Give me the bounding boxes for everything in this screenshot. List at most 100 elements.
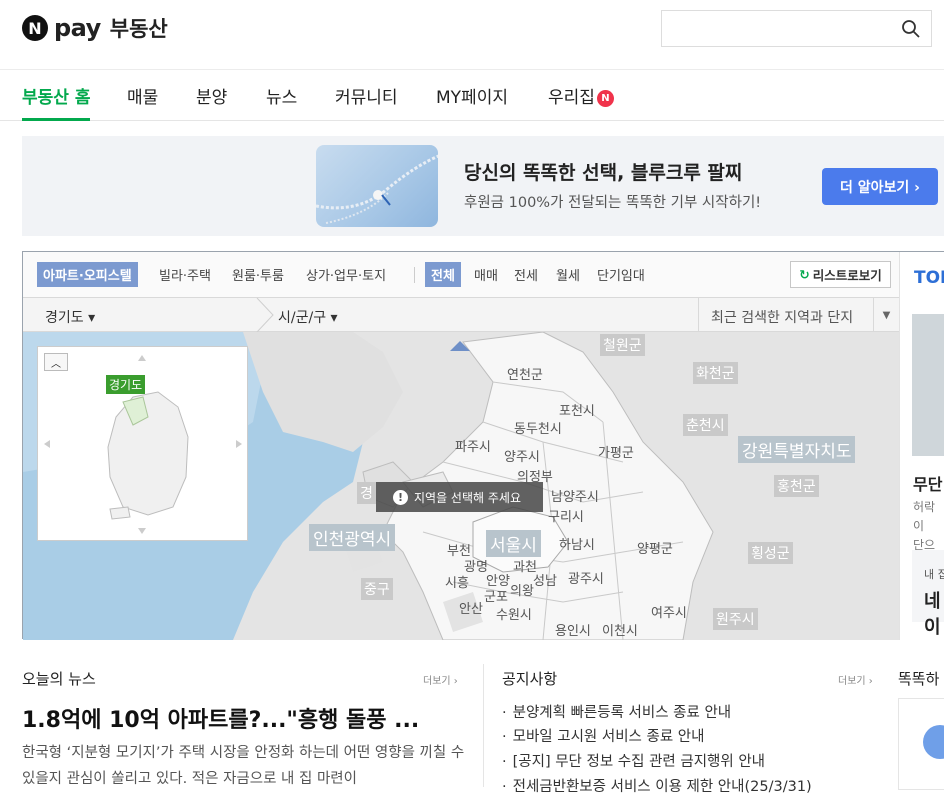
logo-title: 부동산 [109,17,168,41]
province-select[interactable]: 경기도 ▾ [45,307,95,327]
select-region-tooltip: ! 지역을 선택해 주세요 [376,482,543,512]
right-card-icon [923,725,944,759]
notice-more-link[interactable]: 더보기 › [838,672,873,687]
active-tab-indicator [22,118,90,121]
map-label-gunpo[interactable]: 군포 [484,586,508,605]
map-label-guri[interactable]: 구리시 [548,506,584,525]
map-label-dongducheon[interactable]: 동두천시 [514,418,562,437]
map-label-hanam[interactable]: 하남시 [559,534,595,553]
city-select[interactable]: 시/군/구 ▾ [278,307,338,327]
notice-item[interactable]: [공지] 무단 정보 수집 관련 금지행위 안내 [502,750,765,771]
nav-myhome-label: 우리집 [548,88,595,108]
nav-listings[interactable]: 매물 [127,83,158,108]
map-label-hoengseong[interactable]: 횡성군 [748,542,793,564]
todays-panel: TOD 무단 허락이 단으로 내 집 네이 [899,252,944,640]
header: N pay 부동산 [0,0,944,70]
side-box-caption: 내 집 [924,568,944,581]
map-label-icheon[interactable]: 이천시 [602,620,638,639]
map-label-gapyeong[interactable]: 가평군 [598,442,634,461]
banner-title: 당신의 똑똑한 선택, 블루크루 팔찌 [464,162,743,184]
search-input[interactable] [661,10,932,47]
map-label-yongin[interactable]: 용인시 [555,620,591,639]
tab-apartment-officetel[interactable]: 아파트·오피스텔 [37,262,138,287]
map-label-gyeong[interactable]: 경 [357,482,376,504]
tab-oneroom-tworoom[interactable]: 원룸·투룸 [232,265,284,284]
map-label-seongnam[interactable]: 성남 [533,570,557,589]
nav-community[interactable]: 커뮤니티 [335,83,398,108]
map-label-hongcheon[interactable]: 홍천군 [774,475,819,497]
tab-commercial-land[interactable]: 상가·업무·토지 [306,265,386,284]
map-label-incheon[interactable]: 인천광역시 [309,524,396,551]
right-section-title: 똑똑하 [898,670,940,688]
nav-home[interactable]: 부동산 홈 [22,83,90,108]
news-more-link[interactable]: 더보기 › [423,672,458,687]
map-label-uiwang[interactable]: 의왕 [510,580,534,599]
side-desc-line1: 허락이 [913,500,936,533]
search-icon[interactable] [901,19,921,39]
tab-deal-monthly[interactable]: 월세 [556,265,580,284]
tooltip-text: 지역을 선택해 주세요 [414,490,521,505]
map-label-siheung[interactable]: 시흥 [445,572,469,591]
list-view-label: 리스트로보기 [812,268,882,283]
map-label-yeoju[interactable]: 여주시 [651,602,687,621]
map-label-cheolwon[interactable]: 철원군 [600,334,645,356]
nav-mypage[interactable]: MY페이지 [436,83,508,108]
right-card[interactable] [898,698,944,790]
learn-more-button[interactable]: 더 알아보기 › [822,168,938,205]
recent-search-select[interactable]: 최근 검색한 지역과 단지 ▼ [698,298,899,332]
map-canvas[interactable]: 철원군 화천군 연천군 포천시 춘천시 동두천시 파주시 가평군 강원특별자치도… [23,332,899,640]
logo[interactable]: N pay 부동산 [22,13,168,43]
map-label-gwangju[interactable]: 광주시 [568,568,604,587]
gyeonggi-tag[interactable]: 경기도 [106,375,146,394]
map-label-yangpyeong[interactable]: 양평군 [637,538,673,557]
side-promo-box[interactable]: 내 집 네이 [912,550,944,638]
info-icon: ! [393,489,408,505]
notice-item[interactable]: 분양계획 빠른등록 서비스 종료 안내 [502,701,732,722]
nav-presale[interactable]: 분양 [196,83,227,108]
nav-myhome[interactable]: 우리집 N [548,83,614,108]
main-nav: 부동산 홈 매물 분양 뉴스 커뮤니티 MY페이지 우리집 N [0,70,944,121]
map-label-ansan[interactable]: 안산 [459,598,483,617]
map-label-gangwon[interactable]: 강원특별자치도 [738,436,856,463]
nav-news[interactable]: 뉴스 [266,83,297,108]
map-label-yangju[interactable]: 양주시 [504,446,540,465]
side-thumbnail[interactable] [912,314,944,456]
refresh-icon: ↻ [799,267,810,282]
map-label-paju[interactable]: 파주시 [455,436,491,455]
bracelet-image [316,145,438,227]
list-view-button[interactable]: ↻ 리스트로보기 [790,261,891,288]
tab-villa-house[interactable]: 빌라·주택 [159,265,211,284]
map-label-seoul[interactable]: 서울시 [486,530,541,557]
map-label-chuncheon[interactable]: 춘천시 [683,414,728,436]
map-search-module: 아파트·오피스텔 빌라·주택 원룸·투룸 상가·업무·토지 전체 매매 전세 월… [22,251,944,640]
news-section-title: 오늘의 뉴스 [22,670,96,688]
map-label-pocheon[interactable]: 포천시 [559,400,595,419]
map-label-wonju[interactable]: 원주시 [713,608,758,630]
region-bar: 경기도 ▾ 시/군/구 ▾ 최근 검색한 지역과 단지 ▼ [23,298,899,332]
notice-item[interactable]: 전세금반환보증 서비스 이용 제한 안내(25/3/31) [502,775,812,796]
notice-item[interactable]: 모바일 고시원 서비스 종료 안내 [502,725,705,746]
logo-pay: pay [54,14,101,42]
side-title: 무단 [913,475,943,494]
map-label-junggu[interactable]: 중구 [361,578,393,600]
mini-map[interactable]: ︿ 경기도 [37,346,248,541]
map-toolbar: 아파트·오피스텔 빌라·주택 원룸·투룸 상가·업무·토지 전체 매매 전세 월… [23,252,899,298]
new-badge: N [596,90,614,107]
dropdown-arrow-icon[interactable]: ▼ [873,298,899,332]
map-label-suwon[interactable]: 수원시 [496,604,532,623]
map-label-yeoncheon[interactable]: 연천군 [507,364,543,383]
toolbar-divider [414,267,415,283]
tab-deal-all[interactable]: 전체 [425,262,461,287]
naver-logo-icon: N [22,15,48,41]
tab-deal-jeonse[interactable]: 전세 [514,265,538,284]
map-label-hwacheon[interactable]: 화천군 [693,362,738,384]
tab-deal-sale[interactable]: 매매 [474,265,498,284]
news-headline[interactable]: 1.8억에 10억 아파트를?..."흥행 돌풍 ... [22,702,462,734]
news-description[interactable]: 한국형 ‘지분형 모기지’가 주택 시장을 안정화 하는데 어떤 영향을 끼칠 … [22,740,467,792]
promo-banner[interactable]: 당신의 똑똑한 선택, 블루크루 팔찌 후원금 100%가 전달되는 똑똑한 기… [22,136,944,236]
map-label-namyangju[interactable]: 남양주시 [551,486,599,505]
recent-search-label: 최근 검색한 지역과 단지 [711,310,854,326]
notice-section-title: 공지사항 [502,670,558,688]
tab-deal-shortterm[interactable]: 단기임대 [597,265,645,284]
todays-tab[interactable]: TOD [914,268,944,288]
